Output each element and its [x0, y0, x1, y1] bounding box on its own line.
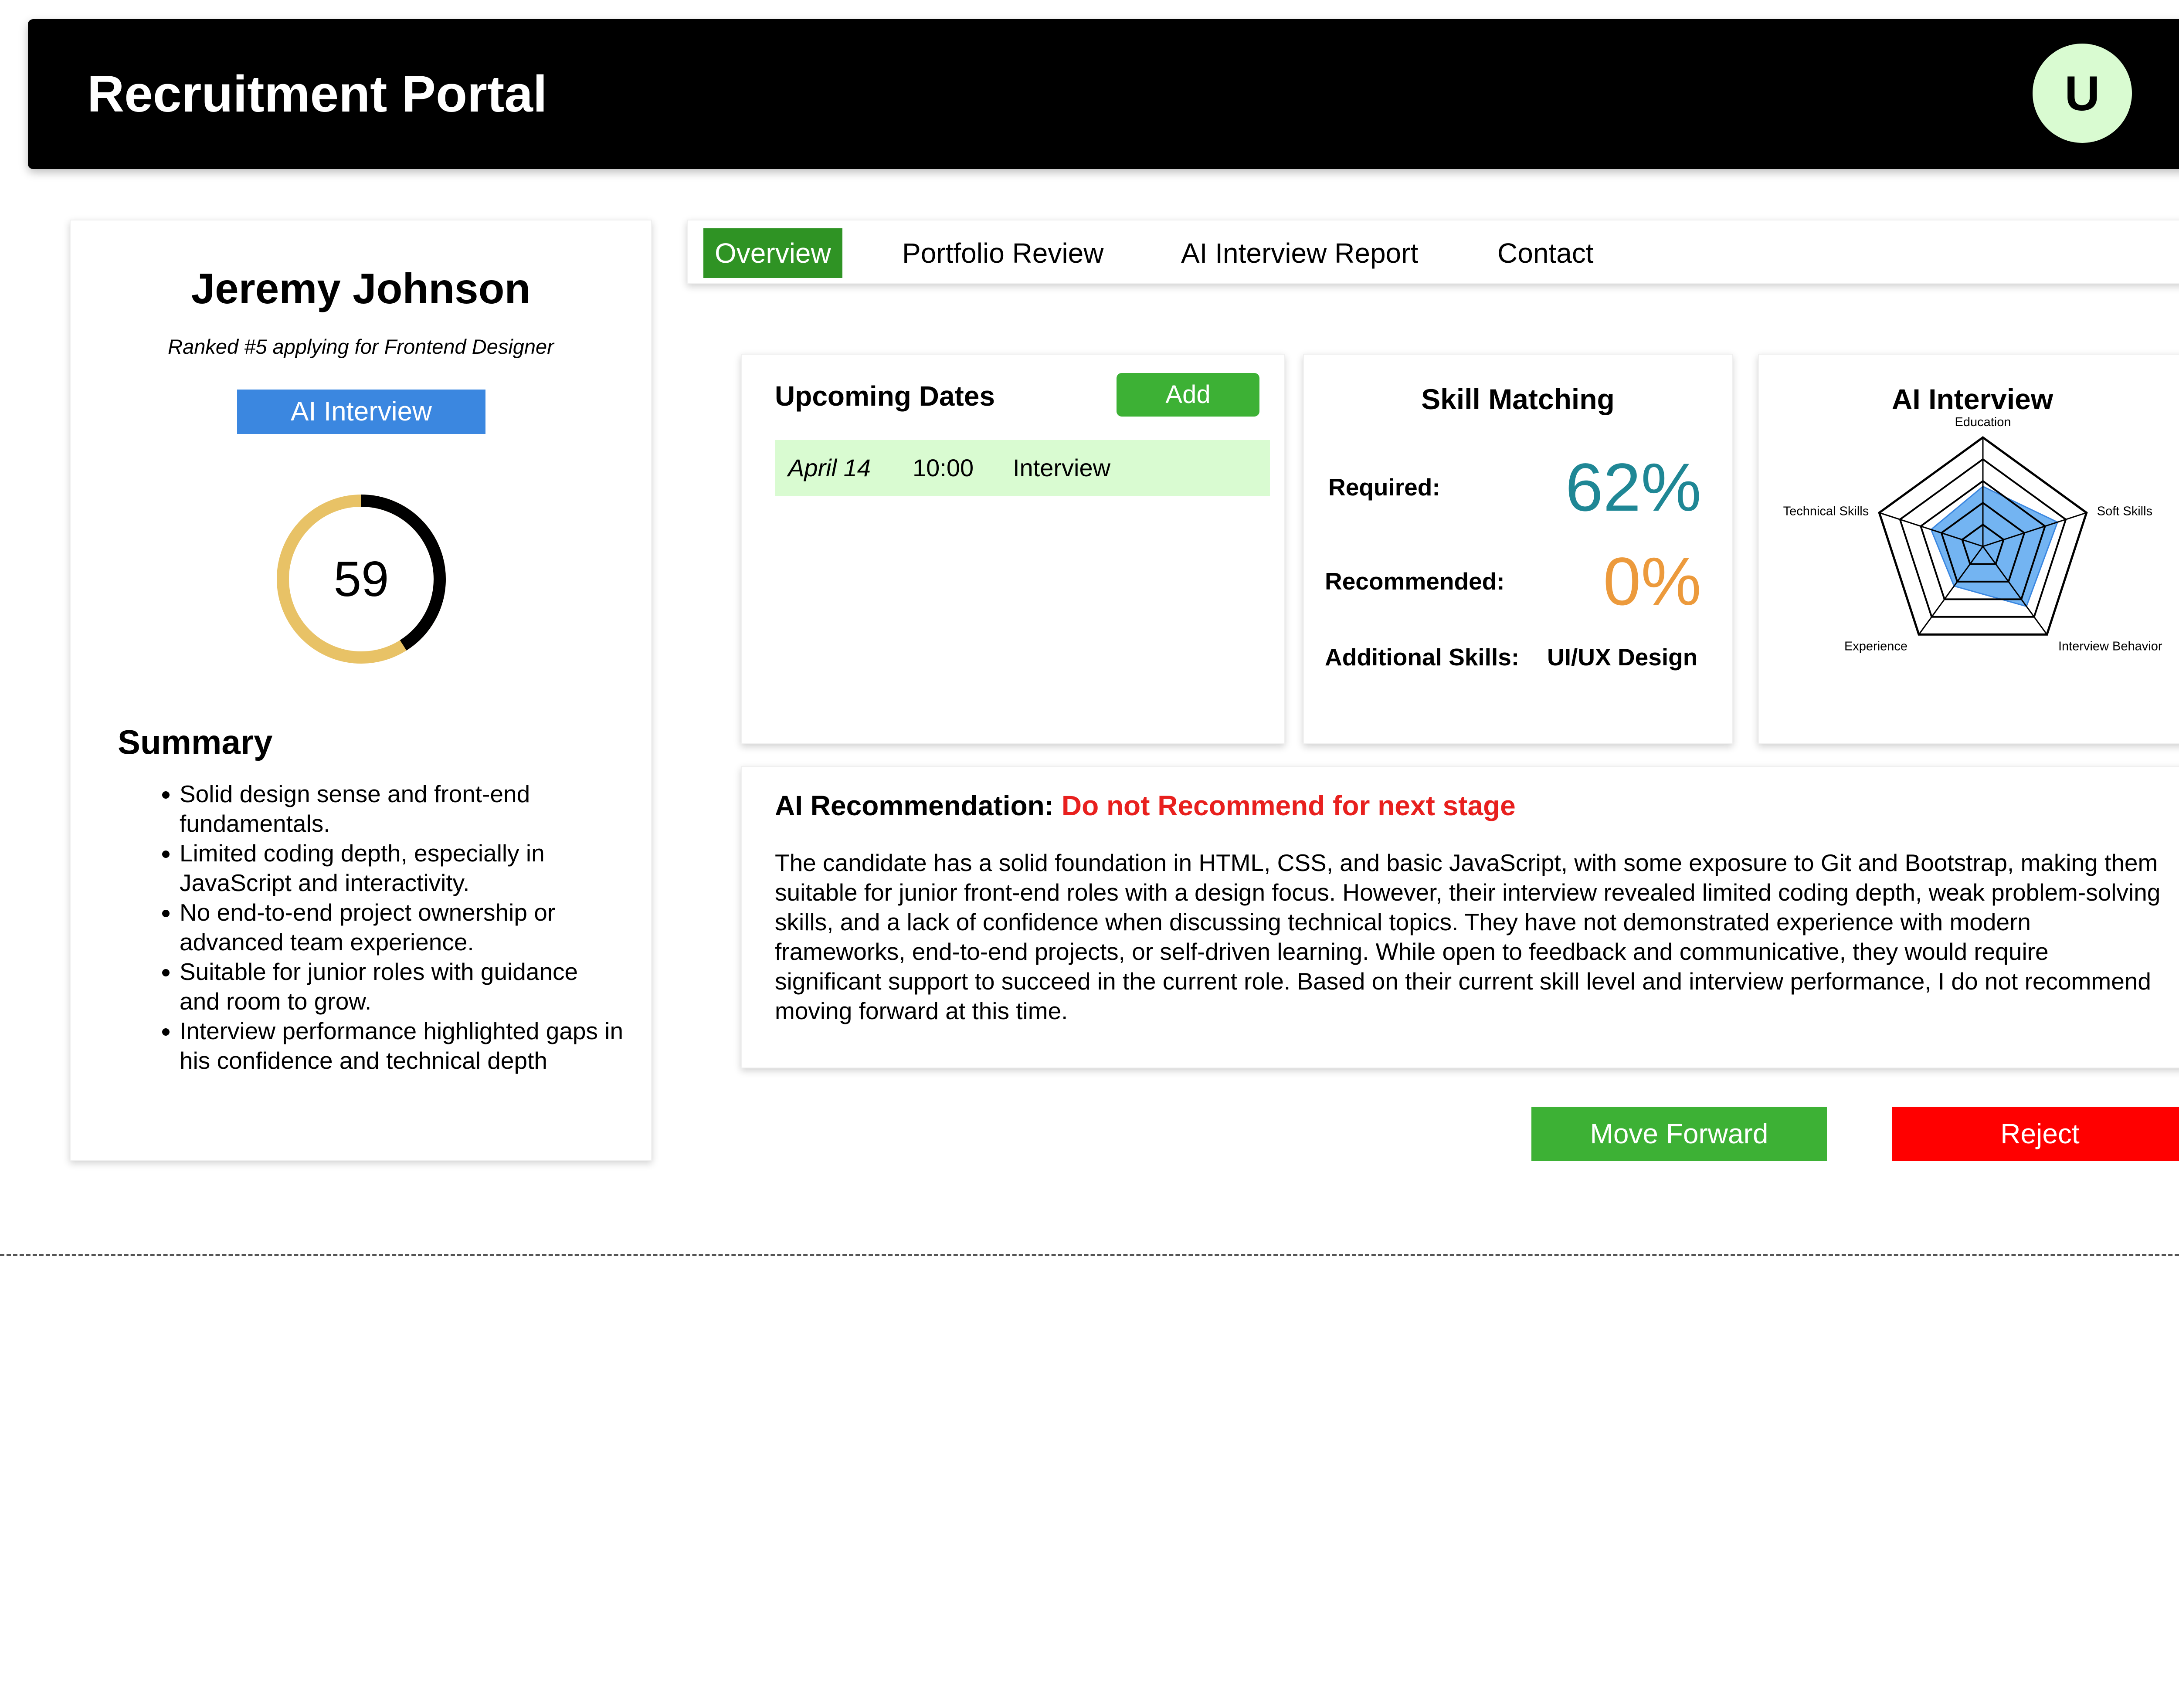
recommended-label: Recommended: — [1325, 568, 1505, 595]
additional-skills-label: Additional Skills: — [1325, 644, 1520, 671]
upcoming-dates-card: Upcoming Dates Add April 14 10:00 Interv… — [741, 354, 1285, 744]
radar-axis-label: Soft Skills — [2097, 505, 2152, 518]
candidate-subtitle: Ranked #5 applying for Frontend Designer — [168, 335, 554, 358]
radar-axis-label: Education — [1955, 415, 2011, 429]
summary-item: Solid design sense and front-end fundame… — [180, 779, 624, 838]
radar-axis-label: Interview Behavior — [2058, 639, 2162, 653]
ai-recommendation-card: AI Recommendation: Do not Recommend for … — [741, 766, 2179, 1068]
summary-item: No end-to-end project ownership or advan… — [180, 898, 624, 957]
candidate-profile-card: Jeremy Johnson Ranked #5 applying for Fr… — [70, 220, 652, 1161]
summary-item: Limited coding depth, especially in Java… — [180, 838, 624, 898]
ai-interview-radar-card: Education Soft Skills Interview Behavior Ex… — [1758, 354, 2179, 744]
recommendation-label: AI Recommendation: — [775, 790, 1054, 821]
date-row-time: 10:00 — [913, 454, 974, 481]
tab-portfolio-review[interactable]: Portfolio Review — [902, 228, 1103, 278]
recommendation-verdict: Do not Recommend for next stage — [1061, 790, 1516, 821]
radar-axis-label: Experience — [1844, 639, 1907, 653]
summary-title: Summary — [118, 723, 273, 761]
summary-list: Solid design sense and front-end fundame… — [153, 779, 624, 1075]
tab-overview[interactable]: Overview — [703, 228, 842, 278]
radar-title: AI Interview — [1891, 383, 2053, 415]
dashed-divider — [0, 1254, 2179, 1256]
date-row-event: Interview — [1013, 454, 1111, 481]
tab-ai-interview-report[interactable]: AI Interview Report — [1181, 228, 1418, 278]
recommended-value: 0% — [1603, 544, 1701, 620]
recommendation-body: The candidate has a solid foundation in … — [775, 849, 2161, 1024]
skill-matching-card: Skill Matching Required: 62% Recommended… — [1303, 354, 1733, 744]
score-value: 59 — [333, 551, 389, 607]
tab-contact[interactable]: Contact — [1497, 228, 1594, 278]
user-avatar[interactable]: U — [2033, 44, 2132, 143]
summary-item: Suitable for junior roles with guidance … — [180, 957, 624, 1016]
required-value: 62% — [1565, 450, 1701, 525]
app-header: Recruitment Portal U — [28, 19, 2179, 169]
required-label: Required: — [1328, 474, 1440, 501]
skill-matching-title: Skill Matching — [1421, 383, 1615, 415]
radar-axis-label: Technical Skills — [1783, 505, 1869, 518]
candidate-name: Jeremy Johnson — [191, 264, 531, 312]
date-row-date: April 14 — [788, 454, 871, 481]
app-title: Recruitment Portal — [87, 65, 547, 123]
summary-item: Interview performance highlighted gaps i… — [180, 1016, 624, 1075]
add-date-button[interactable]: Add — [1117, 373, 1259, 417]
ai-interview-badge[interactable]: AI Interview — [237, 390, 485, 434]
recommendation-heading: AI Recommendation: Do not Recommend for … — [775, 790, 1516, 822]
move-forward-button[interactable]: Move Forward — [1531, 1107, 1827, 1161]
tab-bar: Overview Portfolio Review AI Interview R… — [687, 220, 2179, 284]
date-row[interactable]: April 14 10:00 Interview — [775, 440, 1270, 496]
additional-skills-value: UI/UX Design — [1547, 644, 1698, 671]
upcoming-dates-title: Upcoming Dates — [775, 380, 995, 412]
reject-button[interactable]: Reject — [1892, 1107, 2179, 1161]
